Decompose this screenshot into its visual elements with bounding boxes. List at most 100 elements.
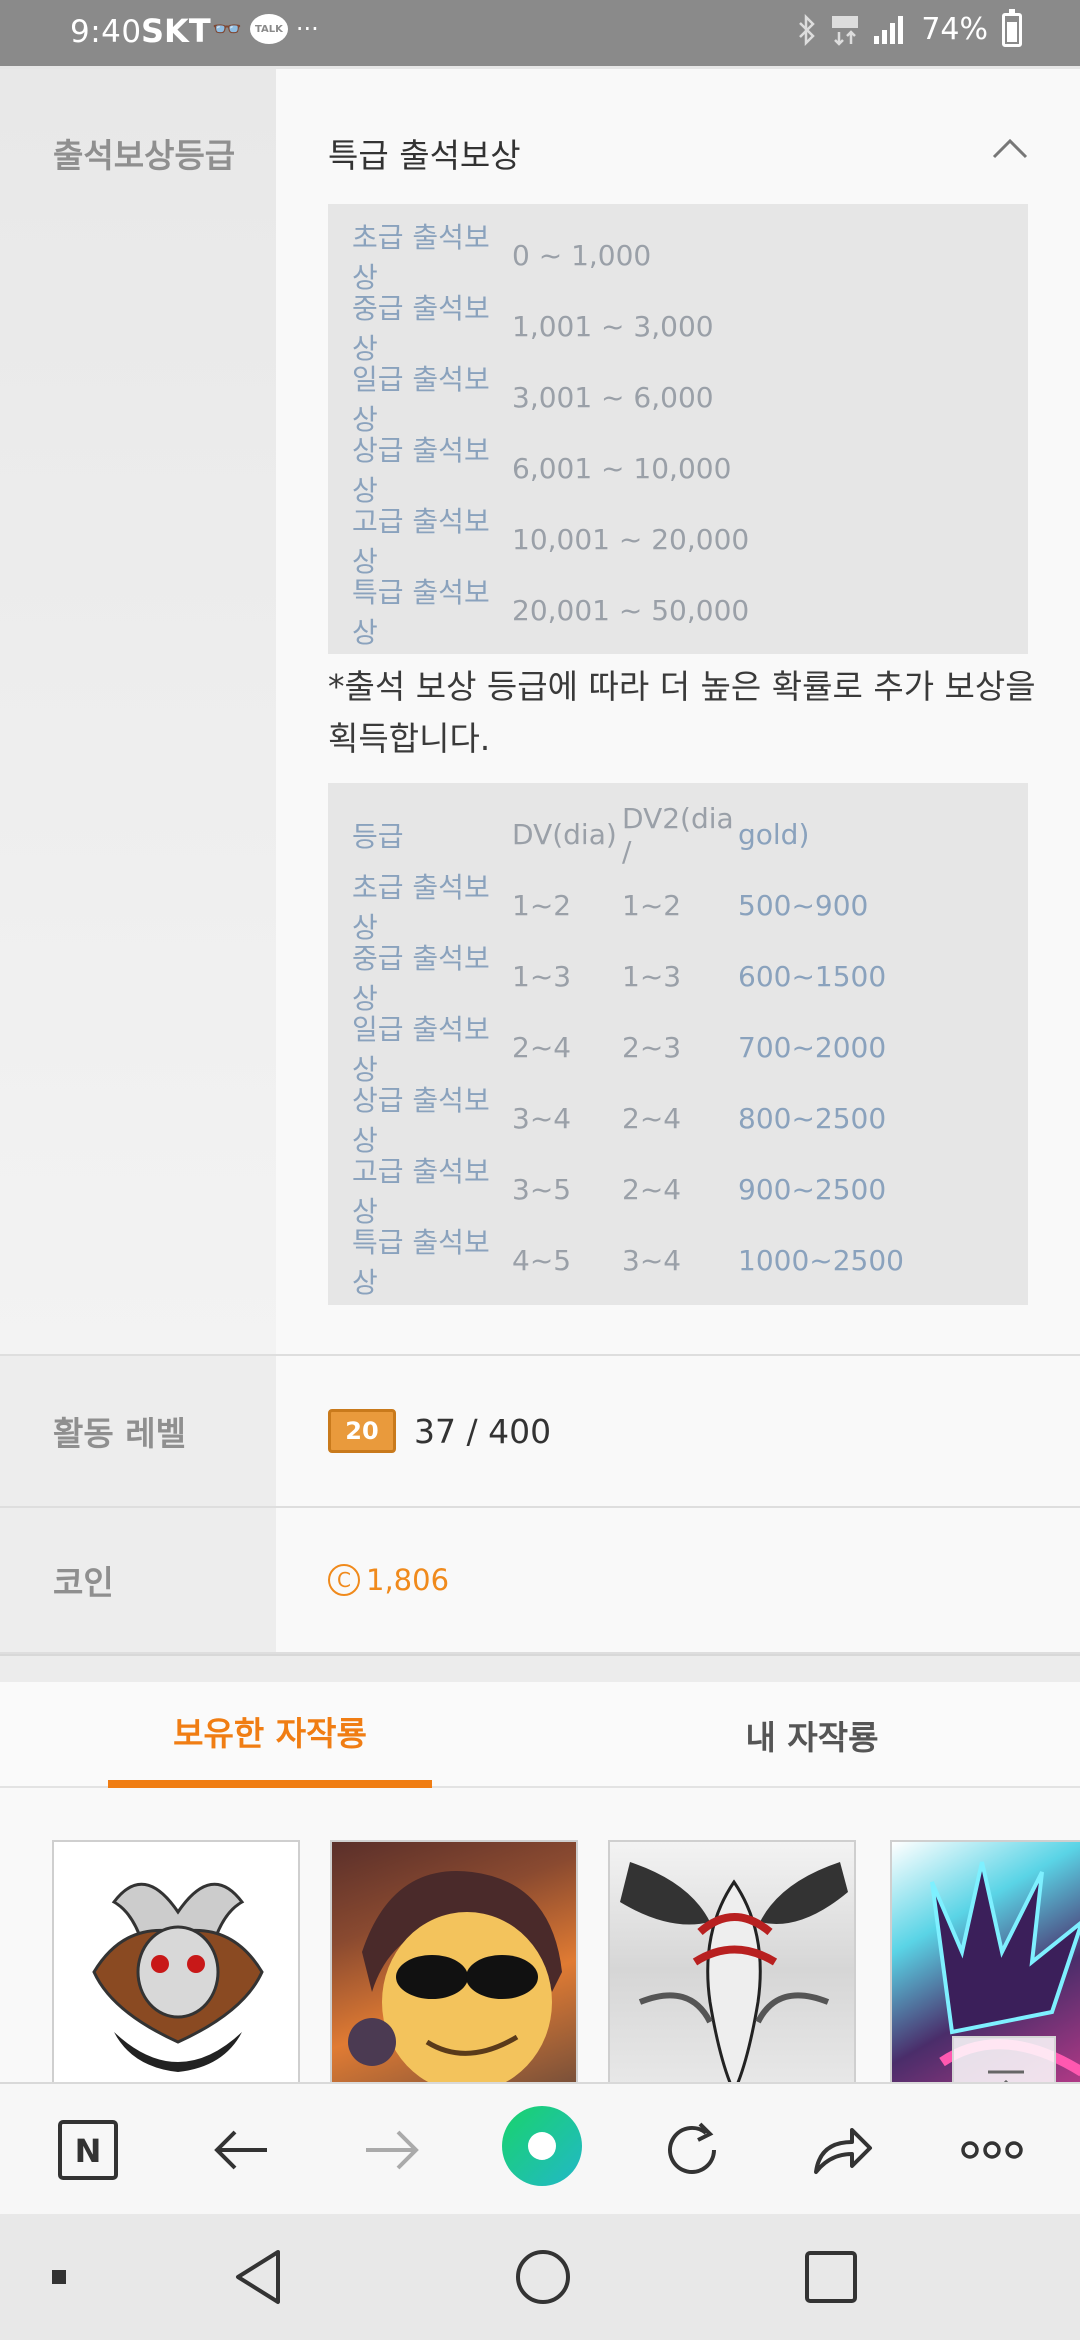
dv2-value: 2~4 <box>622 1173 682 1206</box>
more-notifications-icon: ··· <box>295 15 319 43</box>
dv-row: 고급 출석보상 3~5 2~4 900~2500 <box>328 1154 1028 1228</box>
status-bar: 9:40 SKT 👓 TALK ··· 74% <box>0 0 1080 66</box>
coin-label: 코인 <box>0 1508 276 1652</box>
coin-value: 1,806 <box>366 1563 450 1597</box>
grade-name: 상급 출석보상 <box>352 433 490 507</box>
grade-name: 일급 출석보상 <box>352 362 490 436</box>
naver-home-glyph: N <box>75 2132 102 2170</box>
refresh-icon[interactable] <box>656 2114 728 2186</box>
chevron-up-icon[interactable] <box>992 131 1028 167</box>
dv-reward-table: 등급 DV(dia) DV2(dia / gold) 초급 출석보상 1~2 1~2… <box>328 783 1028 1305</box>
dv-grade: 상급 출석보상 <box>352 1083 490 1157</box>
battery-icon <box>1002 8 1022 47</box>
dv-grade: 일급 출석보상 <box>352 1012 490 1086</box>
grade-range-row: 초급 출석보상 0 ~ 1,000 <box>328 220 1028 294</box>
nav-home-icon[interactable] <box>510 2244 576 2310</box>
gold-value: 700~2000 <box>738 1031 887 1064</box>
dv-value: 2~4 <box>512 1031 572 1064</box>
dragon-artwork-image <box>92 1882 264 2072</box>
dv2-value: 2~3 <box>622 1031 682 1064</box>
current-reward-grade: 특급 출석보상 <box>328 136 521 175</box>
kakaotalk-icon: TALK <box>249 14 288 44</box>
grade-range-row: 일급 출석보상 3,001 ~ 6,000 <box>328 362 1028 436</box>
forward-arrow-icon[interactable] <box>356 2114 428 2186</box>
dv-value: 1~2 <box>512 889 572 922</box>
more-options-icon[interactable] <box>956 2114 1028 2186</box>
green-dot-menu-icon[interactable] <box>500 2104 584 2188</box>
grade-range: 10,001 ~ 20,000 <box>512 523 750 556</box>
section-divider <box>0 1654 1080 1682</box>
nav-recents-icon[interactable] <box>798 2244 864 2310</box>
grade-range-row: 상급 출석보상 6,001 ~ 10,000 <box>328 433 1028 507</box>
dv-value: 3~5 <box>512 1173 572 1206</box>
dv2-value: 2~4 <box>622 1102 682 1135</box>
grade-range: 0 ~ 1,000 <box>512 239 652 272</box>
dv-value: 3~4 <box>512 1102 572 1135</box>
gold-value: 800~2500 <box>738 1102 887 1135</box>
status-time: 9:40 <box>70 14 142 50</box>
coin-value-cell: C 1,806 <box>276 1508 1080 1652</box>
grade-range: 6,001 ~ 10,000 <box>512 452 732 485</box>
activity-level-value-cell: 20 37 / 400 <box>276 1356 1080 1506</box>
browser-toolbar: N <box>0 2082 1080 2214</box>
share-icon[interactable] <box>806 2114 878 2186</box>
back-arrow-icon[interactable] <box>205 2114 277 2186</box>
naver-home-icon[interactable]: N <box>52 2114 124 2186</box>
grade-range: 3,001 ~ 6,000 <box>512 381 714 414</box>
nav-back-icon[interactable] <box>226 2244 292 2310</box>
scroll-to-top-button[interactable] <box>952 2036 1056 2082</box>
bluetooth-icon <box>799 13 816 46</box>
grade-range-row: 고급 출석보상 10,001 ~ 20,000 <box>328 504 1028 578</box>
reward-grade-label: 출석보상등급 <box>0 69 276 1354</box>
dragon-thumbnail[interactable] <box>52 1840 300 2082</box>
grade-range-row: 특급 출석보상 20,001 ~ 50,000 <box>328 575 1028 649</box>
grade-range-table: 초급 출석보상 0 ~ 1,000 중급 출석보상 1,001 ~ 3,000 일급… <box>328 204 1028 654</box>
dv-row: 일급 출석보상 2~4 2~3 700~2000 <box>328 1012 1028 1086</box>
dragon-thumbnail[interactable] <box>608 1840 856 2082</box>
grade-range-row: 중급 출석보상 1,001 ~ 3,000 <box>328 291 1028 365</box>
gold-value: 1000~2500 <box>738 1244 904 1277</box>
grade-range: 20,001 ~ 50,000 <box>512 594 750 627</box>
dragon-tabs: 보유한 자작룡 내 자작룡 <box>0 1682 1080 1788</box>
dv-grade: 특급 출석보상 <box>352 1225 490 1299</box>
dv-row: 상급 출석보상 3~4 2~4 800~2500 <box>328 1083 1028 1157</box>
dv-header-gold: gold) <box>738 818 810 851</box>
level-badge: 20 <box>328 1409 396 1453</box>
dv-row: 초급 출석보상 1~2 1~2 500~900 <box>328 870 1028 944</box>
grade-range: 1,001 ~ 3,000 <box>512 310 714 343</box>
grade-name: 고급 출석보상 <box>352 504 490 578</box>
dv-header-grade: 등급 <box>352 819 404 853</box>
profile-content[interactable]: 출석보상등급 특급 출석보상 초급 출석보상 0 ~ 1,000 중급 출석보상 1… <box>0 66 1080 2082</box>
dragon-gallery[interactable] <box>0 1840 1080 2082</box>
glasses-icon: 👓 <box>212 15 242 43</box>
dv2-value: 1~3 <box>622 960 682 993</box>
dv-grade: 고급 출석보상 <box>352 1154 490 1228</box>
tab-owned-dragons[interactable]: 보유한 자작룡 <box>108 1682 432 1788</box>
reward-grade-row: 출석보상등급 특급 출석보상 초급 출석보상 0 ~ 1,000 중급 출석보상 1… <box>0 66 1080 1356</box>
coin-icon: C <box>328 1564 360 1596</box>
arrow-up-to-top-icon <box>988 2070 1024 2082</box>
gold-value: 500~900 <box>738 889 869 922</box>
nav-dot-icon[interactable] <box>46 2264 72 2290</box>
signal-icon <box>874 15 904 44</box>
dv-grade: 중급 출석보상 <box>352 941 490 1015</box>
tab-my-dragons[interactable]: 내 자작룡 <box>650 1682 974 1788</box>
dv-header-row: 등급 DV(dia) DV2(dia / gold) <box>328 799 1028 870</box>
dv2-value: 3~4 <box>622 1244 682 1277</box>
dragon-thumbnail[interactable] <box>330 1840 578 2082</box>
coin-row: 코인 C 1,806 <box>0 1508 1080 1654</box>
system-nav-bar <box>0 2214 1080 2340</box>
dv-value: 1~3 <box>512 960 572 993</box>
dv-value: 4~5 <box>512 1244 572 1277</box>
gold-value: 900~2500 <box>738 1173 887 1206</box>
reward-note: *출석 보상 등급에 따라 더 높은 확률로 추가 보상을 획득합니다. <box>328 667 1036 758</box>
dragon-artwork-image <box>348 1871 562 2082</box>
dv-grade: 초급 출석보상 <box>352 870 490 944</box>
status-notification-icons: 👓 TALK ··· <box>212 14 319 44</box>
dragon-artwork-image <box>620 1862 848 2082</box>
dv-header-dv2: DV2(dia / <box>622 801 734 868</box>
status-right: 74% <box>797 8 1022 47</box>
dv-row: 중급 출석보상 1~3 1~3 600~1500 <box>328 941 1028 1015</box>
reward-grade-value: 특급 출석보상 초급 출석보상 0 ~ 1,000 중급 출석보상 1,001 ~ … <box>276 69 1080 1354</box>
activity-level-label: 활동 레벨 <box>0 1356 276 1506</box>
